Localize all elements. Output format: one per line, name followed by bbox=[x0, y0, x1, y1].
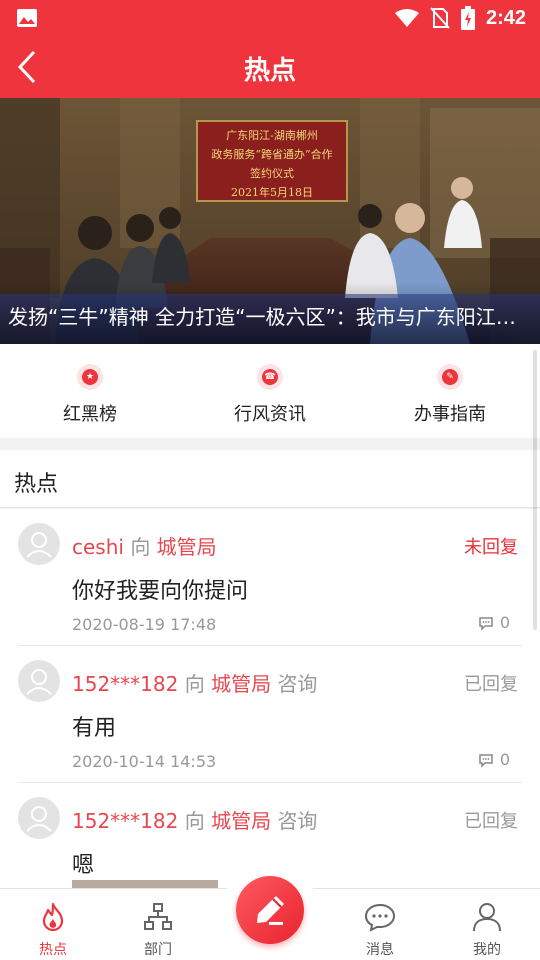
sign-line: 广东阳江-湖南郴州 bbox=[226, 129, 318, 142]
post-header: 152***182 向 城管局 咨询 bbox=[72, 805, 317, 834]
default-user-icon bbox=[26, 532, 52, 558]
post-to: 向 bbox=[130, 535, 151, 559]
tab-label: 消息 bbox=[366, 942, 394, 958]
battery-charging-icon bbox=[460, 6, 475, 30]
wifi-icon bbox=[394, 9, 419, 27]
guide-badge-icon: ✎ bbox=[437, 364, 463, 390]
avatar bbox=[18, 797, 60, 839]
quick-nav-label: 红黑榜 bbox=[63, 404, 117, 425]
comment-count-value: 0 bbox=[499, 750, 510, 769]
post-type: 咨询 bbox=[277, 672, 318, 696]
post-to: 向 bbox=[184, 672, 205, 696]
quick-nav-red-black-list[interactable]: ★ 红黑榜 bbox=[0, 344, 180, 438]
quick-nav-label: 办事指南 bbox=[414, 404, 486, 425]
chat-bubble-icon bbox=[364, 903, 396, 932]
post-user[interactable]: 152***182 bbox=[72, 672, 178, 696]
post-department[interactable]: 城管局 bbox=[157, 535, 217, 559]
quick-nav-guide[interactable]: ✎ 办事指南 bbox=[360, 344, 540, 438]
tab-department[interactable]: 部门 bbox=[118, 889, 198, 960]
avatar bbox=[18, 523, 60, 565]
post-list: ceshi 向 城管局 未回复 你好我要向你提问 2020-08-19 17:4… bbox=[0, 509, 540, 889]
banner-caption: 发扬“三牛”精神 全力打造“一极六区”：我市与广东阳江签订政务服务“跨省通办”合… bbox=[0, 282, 540, 344]
tab-mine[interactable]: 我的 bbox=[447, 889, 527, 960]
post-type: 咨询 bbox=[277, 809, 318, 833]
image-notification-icon bbox=[17, 9, 37, 27]
comment-count-value: 0 bbox=[499, 613, 510, 632]
post-user[interactable]: ceshi bbox=[72, 535, 124, 559]
flame-icon bbox=[42, 902, 64, 932]
tab-label: 部门 bbox=[144, 942, 172, 958]
post-header: ceshi 向 城管局 bbox=[72, 531, 217, 560]
list-item[interactable]: ceshi 向 城管局 未回复 你好我要向你提问 2020-08-19 17:4… bbox=[18, 509, 522, 646]
banner-sign: 广东阳江-湖南郴州 政务服务“跨省通办”合作 签约仪式 2021年5月18日 bbox=[196, 120, 348, 202]
status-bar: 2:42 bbox=[0, 0, 540, 36]
section-header: 热点 bbox=[0, 450, 540, 508]
default-user-icon bbox=[26, 669, 52, 695]
star-badge-icon: ★ bbox=[77, 364, 103, 390]
page-title: 热点 bbox=[243, 56, 296, 86]
compose-button[interactable] bbox=[236, 876, 304, 944]
list-item[interactable]: 152***182 向 城管局 咨询 已回复 有用 2020-10-14 14:… bbox=[18, 646, 522, 783]
tab-label: 我的 bbox=[473, 942, 501, 958]
scrollbar[interactable] bbox=[533, 350, 537, 630]
user-icon bbox=[473, 903, 501, 932]
no-sim-icon bbox=[430, 7, 450, 29]
post-content: 你好我要向你提问 bbox=[72, 579, 249, 604]
post-header: 152***182 向 城管局 咨询 bbox=[72, 668, 317, 697]
quick-nav-news[interactable]: ☎ 行风资讯 bbox=[180, 344, 360, 438]
phone-badge-icon: ☎ bbox=[257, 364, 283, 390]
sign-line: 2021年5月18日 bbox=[231, 186, 313, 199]
app-screen: 2:42 热点 广东阳江-湖南郴州 政务服务“跨省通办”合作 签约仪式 2021… bbox=[0, 0, 540, 960]
post-time: 2020-10-14 14:53 bbox=[72, 752, 217, 771]
banner-caption-text: 发扬“三牛”精神 全力打造“一极六区”：我市与广东阳江签订政务服务“跨省通办”合… bbox=[8, 305, 530, 329]
reply-status: 已回复 bbox=[464, 674, 518, 695]
tab-label: 热点 bbox=[39, 942, 67, 958]
post-department[interactable]: 城管局 bbox=[211, 672, 271, 696]
sign-line: 政务服务“跨省通办”合作 bbox=[211, 148, 333, 161]
title-bar: 热点 bbox=[0, 36, 540, 98]
status-time: 2:42 bbox=[485, 6, 526, 29]
pencil-icon bbox=[257, 896, 284, 925]
quick-nav-label: 行风资讯 bbox=[234, 404, 306, 425]
avatar bbox=[18, 660, 60, 702]
sign-line: 签约仪式 bbox=[250, 167, 294, 180]
comment-icon bbox=[479, 616, 493, 631]
post-to: 向 bbox=[184, 809, 205, 833]
reply-status: 已回复 bbox=[464, 811, 518, 832]
post-content: 嗯 bbox=[72, 853, 95, 878]
post-time: 2020-08-19 17:48 bbox=[72, 615, 217, 634]
post-department[interactable]: 城管局 bbox=[211, 809, 271, 833]
comment-count[interactable]: 0 bbox=[478, 613, 510, 632]
default-user-icon bbox=[26, 806, 52, 832]
tab-hot[interactable]: 热点 bbox=[13, 889, 93, 960]
tab-messages[interactable]: 消息 bbox=[340, 889, 420, 960]
comment-icon bbox=[479, 753, 493, 768]
banner-carousel[interactable]: 广东阳江-湖南郴州 政务服务“跨省通办”合作 签约仪式 2021年5月18日 发… bbox=[0, 98, 540, 344]
post-user[interactable]: 152***182 bbox=[72, 809, 178, 833]
comment-count[interactable]: 0 bbox=[478, 750, 510, 769]
post-content: 有用 bbox=[72, 716, 117, 741]
quick-nav: ★ 红黑榜 ☎ 行风资讯 ✎ 办事指南 bbox=[0, 344, 540, 438]
reply-status: 未回复 bbox=[464, 537, 518, 558]
section-title: 热点 bbox=[14, 472, 59, 497]
org-chart-icon bbox=[144, 903, 172, 930]
